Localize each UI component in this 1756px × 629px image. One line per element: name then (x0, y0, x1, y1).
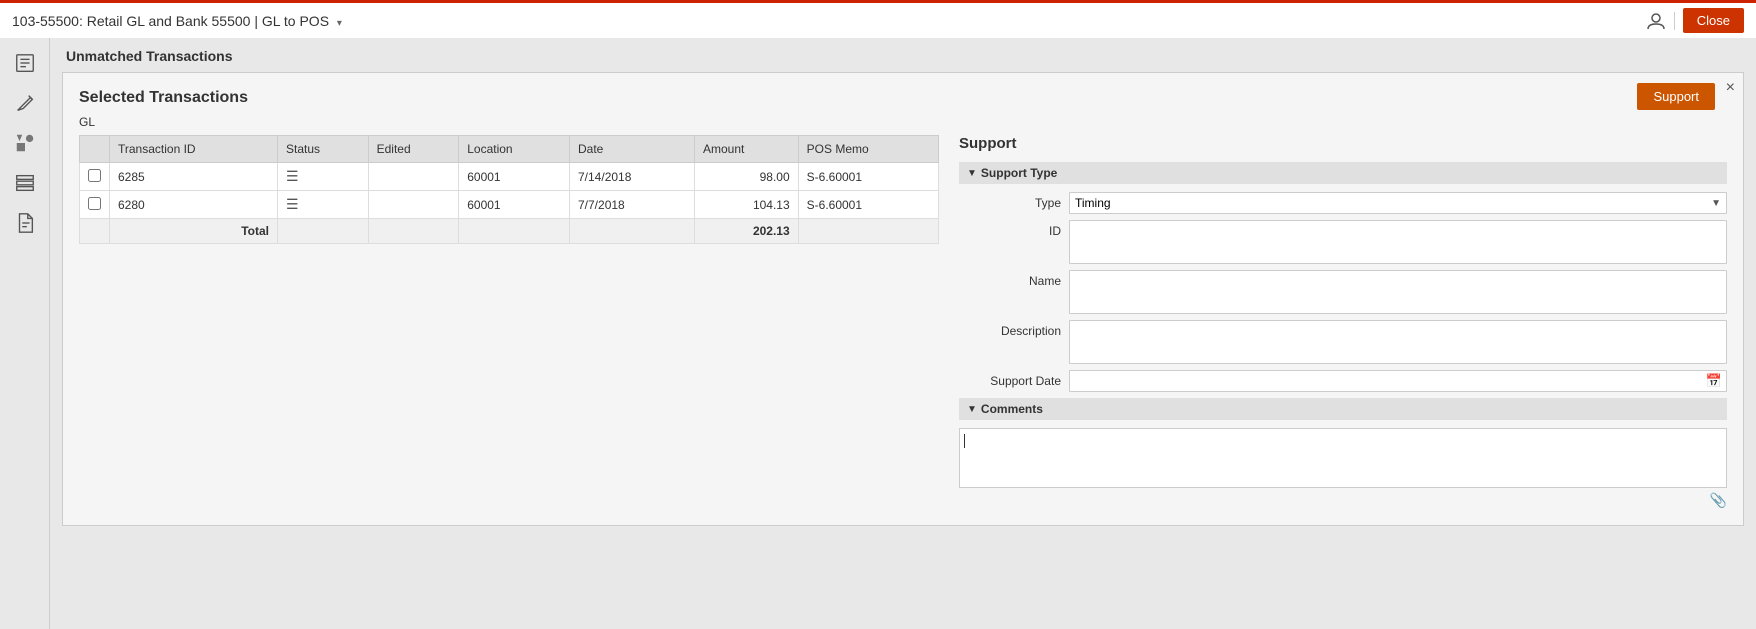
type-label: Type (959, 192, 1069, 210)
status-icon-1: ☰ (286, 168, 299, 184)
comments-header: ▼ Comments (959, 398, 1727, 420)
content-area: Unmatched Transactions × Support Selecte… (50, 38, 1756, 629)
cell-amount-2: 104.13 (695, 191, 799, 219)
table-section: Transaction ID Status Edited Location Da… (79, 135, 939, 509)
footer-status-cell (277, 219, 368, 244)
sidebar-item-edit[interactable] (8, 86, 42, 120)
type-select[interactable]: Timing Documentation Other (1069, 192, 1727, 214)
col-header-location: Location (459, 136, 570, 163)
support-section: Support ▼ Support Type Type Timing Docum… (959, 135, 1727, 509)
cell-checkbox-1[interactable] (80, 163, 110, 191)
sidebar-item-report[interactable] (8, 46, 42, 80)
support-type-header: ▼ Support Type (959, 162, 1727, 184)
cell-status-1: ☰ (277, 163, 368, 191)
comments-box[interactable] (959, 428, 1727, 488)
col-header-pos-memo: POS Memo (798, 136, 938, 163)
close-button[interactable]: Close (1683, 8, 1744, 33)
footer-total-label: Total (110, 219, 278, 244)
row-checkbox-1[interactable] (88, 169, 101, 182)
top-bar-right: Close (1646, 8, 1744, 33)
table-footer-row: Total 202.13 (80, 219, 939, 244)
cell-edited-1 (368, 163, 459, 191)
cell-location-2: 60001 (459, 191, 570, 219)
col-header-date: Date (570, 136, 695, 163)
paperclip-icon[interactable]: 📎 (1710, 492, 1727, 509)
cell-checkbox-2[interactable] (80, 191, 110, 219)
type-select-wrapper: Timing Documentation Other ▼ (1069, 192, 1727, 214)
support-type-header-label: Support Type (981, 166, 1057, 180)
cell-edited-2 (368, 191, 459, 219)
top-bar: 103-55500: Retail GL and Bank 55500 | GL… (0, 0, 1756, 38)
footer-pos-memo-cell (798, 219, 938, 244)
footer-date-cell (570, 219, 695, 244)
col-header-transaction-id: Transaction ID (110, 136, 278, 163)
section-title: Unmatched Transactions (62, 48, 1744, 64)
paperclip-row: 📎 (959, 488, 1727, 509)
sidebar-item-shapes[interactable] (8, 126, 42, 160)
modal-title: Selected Transactions (79, 89, 1727, 107)
collapse-triangle-type[interactable]: ▼ (967, 168, 977, 179)
cell-pos-memo-1: S-6.60001 (798, 163, 938, 191)
transactions-table: Transaction ID Status Edited Location Da… (79, 135, 939, 244)
form-row-type: Type Timing Documentation Other ▼ (959, 192, 1727, 214)
comments-area: 📎 (959, 428, 1727, 509)
cell-date-2: 7/7/2018 (570, 191, 695, 219)
col-header-status: Status (277, 136, 368, 163)
footer-location-cell (459, 219, 570, 244)
footer-edited-cell (368, 219, 459, 244)
modal-close-button[interactable]: × (1726, 79, 1735, 97)
col-header-amount: Amount (695, 136, 799, 163)
support-panel-title: Support (959, 135, 1727, 152)
date-wrapper: 📅 (1069, 370, 1727, 392)
main-layout: Unmatched Transactions × Support Selecte… (0, 38, 1756, 629)
id-label: ID (959, 220, 1069, 238)
comments-header-label: Comments (981, 402, 1043, 416)
form-row-description: Description (959, 320, 1727, 364)
support-date-input[interactable] (1069, 370, 1727, 392)
description-field[interactable] (1069, 320, 1727, 364)
title-arrow[interactable]: ▾ (337, 18, 342, 29)
form-row-name: Name (959, 270, 1727, 314)
form-row-support-date: Support Date 📅 (959, 370, 1727, 392)
status-icon-2: ☰ (286, 196, 299, 212)
user-icon[interactable] (1646, 11, 1666, 31)
cell-location-1: 60001 (459, 163, 570, 191)
vertical-divider (1674, 12, 1675, 30)
sidebar-item-list[interactable] (8, 166, 42, 200)
footer-checkbox-cell (80, 219, 110, 244)
table-row: 6285 ☰ 60001 7/14/2018 98.00 S-6.60001 (80, 163, 939, 191)
modal-panel: × Support Selected Transactions GL Trans… (62, 72, 1744, 526)
form-row-id: ID (959, 220, 1727, 264)
user-icon-area (1646, 11, 1666, 31)
id-field[interactable] (1069, 220, 1727, 264)
name-field[interactable] (1069, 270, 1727, 314)
cell-status-2: ☰ (277, 191, 368, 219)
gl-label: GL (79, 115, 1727, 129)
col-header-checkbox (80, 136, 110, 163)
modal-body: Transaction ID Status Edited Location Da… (79, 135, 1727, 509)
support-button[interactable]: Support (1637, 83, 1715, 110)
cell-transaction-id-1: 6285 (110, 163, 278, 191)
text-cursor (964, 434, 965, 448)
cell-amount-1: 98.00 (695, 163, 799, 191)
collapse-triangle-comments[interactable]: ▼ (967, 404, 977, 415)
cell-transaction-id-2: 6280 (110, 191, 278, 219)
col-header-edited: Edited (368, 136, 459, 163)
app-title: 103-55500: Retail GL and Bank 55500 | GL… (12, 13, 342, 29)
row-checkbox-2[interactable] (88, 197, 101, 210)
sidebar-item-doc[interactable] (8, 206, 42, 240)
description-label: Description (959, 320, 1069, 338)
support-date-label: Support Date (959, 370, 1069, 388)
cell-date-1: 7/14/2018 (570, 163, 695, 191)
footer-total-amount: 202.13 (695, 219, 799, 244)
cell-pos-memo-2: S-6.60001 (798, 191, 938, 219)
name-label: Name (959, 270, 1069, 288)
table-row: 6280 ☰ 60001 7/7/2018 104.13 S-6.60001 (80, 191, 939, 219)
sidebar (0, 38, 50, 629)
